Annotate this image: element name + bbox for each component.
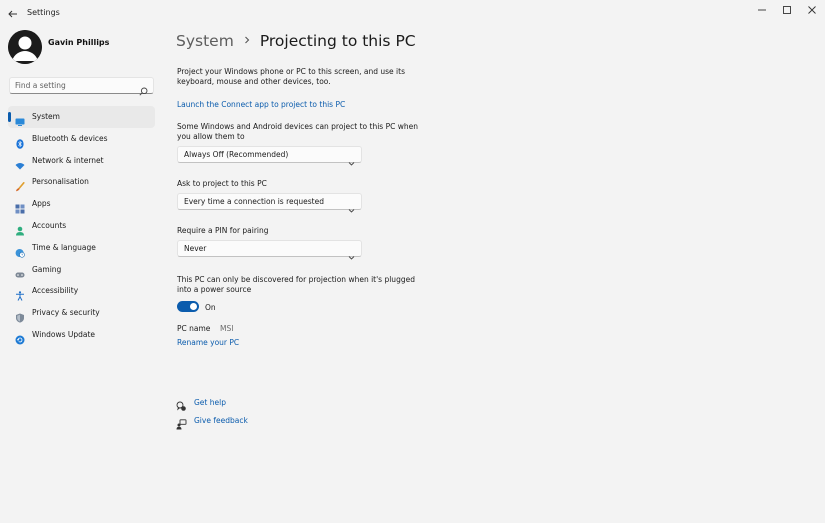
intro-text: Project your Windows phone or PC to this…	[177, 67, 405, 86]
ask-label: Ask to project to this PC	[177, 179, 267, 188]
accessibility-icon	[15, 286, 25, 302]
chevron-down-icon	[348, 246, 355, 260]
availability-label: Some Windows and Android devices can pro…	[177, 122, 418, 141]
connect-app-link[interactable]: Launch the Connect app to project to thi…	[177, 100, 345, 109]
apps-icon	[15, 199, 25, 214]
feedback-icon	[176, 415, 187, 430]
pc-name-value: MSI	[220, 324, 234, 333]
system-icon	[15, 112, 25, 126]
sidebar-item-label: Accessibility	[32, 286, 79, 296]
sidebar-item-windows-update[interactable]: Windows Update	[8, 324, 155, 346]
get-help-link[interactable]: Get help	[194, 398, 226, 407]
gamepad-icon	[15, 265, 25, 278]
sidebar-item-personalisation[interactable]: Personalisation	[8, 171, 155, 193]
globe-clock-icon	[15, 243, 25, 258]
search-box[interactable]	[9, 77, 154, 96]
sidebar-nav: System Bluetooth & devices Network & int…	[8, 106, 155, 346]
brush-icon	[15, 177, 25, 192]
maximize-icon[interactable]	[775, 2, 799, 18]
search-input[interactable]	[15, 79, 133, 92]
update-icon	[15, 330, 25, 345]
avatar[interactable]	[8, 30, 42, 64]
ask-dropdown[interactable]: Every time a connection is requested	[177, 193, 362, 213]
wifi-icon	[15, 156, 25, 170]
sidebar-item-label: Apps	[32, 199, 51, 209]
minimize-icon[interactable]	[750, 2, 774, 18]
pc-name-label: PC name	[177, 324, 211, 333]
chevron-right-icon	[243, 31, 251, 44]
sidebar-item-accessibility[interactable]: Accessibility	[8, 280, 155, 302]
sidebar-item-network[interactable]: Network & internet	[8, 150, 155, 172]
power-source-toggle[interactable]	[177, 301, 199, 312]
close-icon[interactable]	[800, 2, 824, 18]
breadcrumb-parent[interactable]: System	[176, 32, 234, 50]
pin-label: Require a PIN for pairing	[177, 226, 269, 235]
window-title: Settings	[27, 8, 60, 17]
sidebar-item-label: Time & language	[32, 242, 96, 252]
sidebar-item-label: Personalisation	[32, 177, 89, 187]
bluetooth-icon	[15, 134, 25, 149]
power-source-label: This PC can only be discovered for proje…	[177, 275, 415, 294]
person-icon	[15, 221, 25, 236]
sidebar-item-system[interactable]: System	[8, 106, 155, 128]
user-name: Gavin Phillips	[48, 38, 110, 47]
sidebar-item-bluetooth[interactable]: Bluetooth & devices	[8, 128, 155, 150]
title-bar: Settings	[0, 0, 825, 26]
sidebar-item-gaming[interactable]: Gaming	[8, 259, 155, 281]
sidebar-item-accounts[interactable]: Accounts	[8, 215, 155, 237]
rename-pc-link[interactable]: Rename your PC	[177, 338, 239, 347]
back-arrow-icon[interactable]	[6, 6, 20, 20]
sidebar-item-time-language[interactable]: Time & language	[8, 237, 155, 259]
page-title: Projecting to this PC	[259, 32, 416, 50]
sidebar-item-label: System	[32, 112, 60, 121]
sidebar-item-label: Windows Update	[32, 329, 96, 339]
sidebar-item-label: Gaming	[32, 264, 62, 274]
dropdown-value: Every time a connection is requested	[184, 197, 324, 206]
dropdown-value: Never	[184, 244, 207, 253]
get-help-icon	[176, 397, 187, 411]
chevron-down-icon	[348, 199, 355, 213]
availability-dropdown[interactable]: Always Off (Recommended)	[177, 146, 362, 166]
toggle-state-label: On	[205, 303, 216, 312]
chevron-down-icon	[348, 152, 355, 166]
sidebar-item-apps[interactable]: Apps	[8, 193, 155, 215]
dropdown-value: Always Off (Recommended)	[184, 150, 289, 159]
pin-dropdown[interactable]: Never	[177, 240, 362, 260]
sidebar-item-label: Privacy & security	[32, 308, 100, 318]
breadcrumb: System Projecting to this PC	[176, 31, 416, 50]
sidebar-item-privacy-security[interactable]: Privacy & security	[8, 302, 155, 324]
give-feedback-link[interactable]: Give feedback	[194, 416, 248, 425]
sidebar-item-label: Accounts	[32, 220, 67, 230]
search-icon[interactable]	[139, 81, 148, 96]
sidebar-item-label: Network & internet	[32, 155, 104, 165]
shield-icon	[15, 308, 25, 323]
sidebar-item-label: Bluetooth & devices	[32, 133, 108, 143]
